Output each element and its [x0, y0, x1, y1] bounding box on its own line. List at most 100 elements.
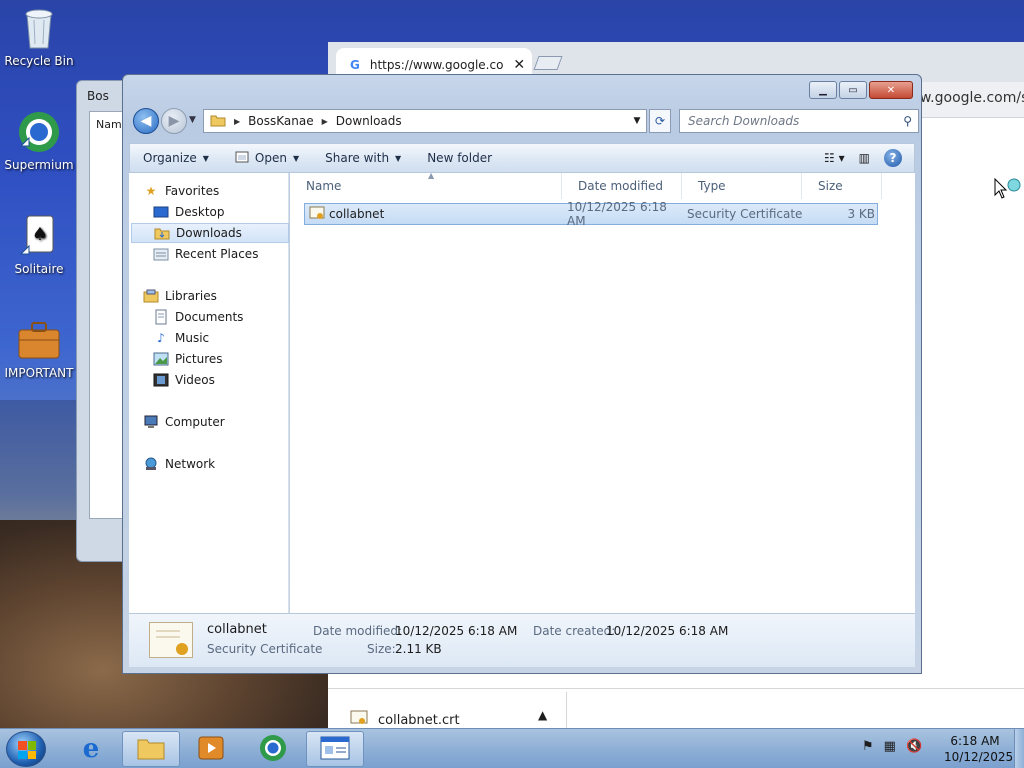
network-icon	[143, 456, 159, 472]
preview-pane-icon[interactable]: ▥	[859, 151, 870, 165]
nav-label: Computer	[165, 415, 225, 429]
clock[interactable]: 6:18 AM 10/12/2025	[944, 733, 1014, 765]
recycle-bin-icon	[17, 6, 61, 50]
browser-tab-title: https://www.google.co	[369, 58, 504, 72]
documents-icon	[153, 309, 169, 325]
window-caption-buttons: ▁ ▭ ✕	[809, 81, 913, 99]
file-size: 3 KB	[847, 207, 875, 221]
taskbar-supermium[interactable]	[244, 731, 302, 767]
nav-downloads[interactable]: Downloads	[131, 223, 289, 243]
minimize-button[interactable]: ▁	[809, 81, 837, 99]
certificate-large-icon	[149, 622, 193, 658]
nav-documents[interactable]: Documents	[153, 307, 311, 327]
desktop-icon-important[interactable]: IMPORTANT	[0, 318, 78, 380]
nav-label: Downloads	[176, 226, 242, 240]
breadcrumb-separator[interactable]: ▶	[234, 117, 240, 126]
desktop-icon-recycle-bin[interactable]: Recycle Bin	[0, 6, 78, 68]
column-header-size[interactable]: Size	[802, 173, 882, 199]
organize-label: Organize	[143, 151, 197, 165]
folder-icon	[210, 113, 226, 130]
downloads-folder-icon	[154, 225, 170, 241]
table-row[interactable]: collabnet 10/12/2025 6:18 AM Security Ce…	[304, 200, 878, 228]
google-icon: G	[350, 58, 360, 72]
svg-text:♠: ♠	[32, 224, 48, 245]
browser-address-bar[interactable]: w.google.com/se	[920, 90, 1024, 106]
chevron-down-icon: ▼	[292, 153, 300, 163]
volume-muted-icon[interactable]: 🔇	[906, 739, 922, 754]
desktop-icon-solitaire[interactable]: ♠ Solitaire	[0, 214, 78, 276]
explorer-window[interactable]: ▁ ▭ ✕ ◀ ▶ ▼ ▶ BossKanae ▶ Downloads ▼ ⟳ …	[122, 74, 922, 674]
share-with-button[interactable]: Share with ▼	[312, 144, 414, 172]
nav-libraries[interactable]: Libraries	[143, 286, 301, 306]
file-list[interactable]: Name Date modified Type Size ▲ collabnet…	[290, 171, 915, 613]
nav-pictures[interactable]: Pictures	[153, 349, 311, 369]
nav-videos[interactable]: Videos	[153, 370, 311, 390]
desktop-icon-supermium[interactable]: Supermium	[0, 110, 78, 172]
computer-icon	[143, 414, 159, 430]
file-name: collabnet	[329, 207, 385, 221]
new-tab-button[interactable]	[533, 56, 563, 70]
navigation-pane: ★ Favorites Desktop Downloads Recent Pla…	[129, 173, 289, 613]
search-placeholder: Search Downloads	[688, 114, 800, 128]
desktop-icon-label: Solitaire	[14, 262, 64, 276]
column-header-name[interactable]: Name	[290, 173, 562, 199]
details-date-modified: 10/12/2025 6:18 AM	[395, 624, 518, 638]
network-tray-icon[interactable]: ▦	[884, 739, 896, 754]
breadcrumb-item[interactable]: BossKanae	[248, 114, 313, 128]
views-icon[interactable]: ☷ ▾	[824, 151, 845, 165]
organize-button[interactable]: Organize ▼	[130, 144, 222, 172]
back-button[interactable]: ◀	[133, 108, 159, 134]
help-icon[interactable]: ?	[884, 149, 902, 167]
column-header-type[interactable]: Type	[682, 173, 802, 199]
breadcrumb-separator[interactable]: ▶	[322, 117, 328, 126]
address-bar[interactable]: ▶ BossKanae ▶ Downloads ▼	[203, 109, 647, 133]
details-date-modified-label: Date modified:	[313, 624, 403, 638]
supermium-icon	[258, 733, 288, 766]
column-header-date-modified[interactable]: Date modified	[562, 173, 682, 199]
desktop-icon-label: Supermium	[4, 158, 74, 172]
close-button[interactable]: ✕	[869, 81, 913, 99]
background-window-title: Bos	[87, 89, 109, 103]
address-dropdown-icon[interactable]: ▼	[628, 116, 646, 126]
nav-network[interactable]: Network	[143, 454, 301, 474]
start-button[interactable]	[6, 731, 46, 767]
new-folder-button[interactable]: New folder	[414, 144, 505, 172]
details-date-created: 10/12/2025 6:18 AM	[606, 624, 729, 638]
show-desktop-button[interactable]	[1014, 729, 1024, 768]
download-item[interactable]: collabnet.crt	[350, 710, 460, 730]
clock-time: 6:18 AM	[950, 734, 1000, 748]
desktop-icon-label: Recycle Bin	[4, 54, 74, 68]
taskbar-explorer[interactable]	[122, 731, 180, 767]
nav-label: Pictures	[175, 352, 223, 366]
nav-desktop[interactable]: Desktop	[153, 202, 311, 222]
nav-computer[interactable]: Computer	[143, 412, 301, 432]
close-tab-icon[interactable]: ✕	[513, 57, 525, 73]
music-icon: ♪	[157, 331, 165, 345]
nav-music[interactable]: ♪ Music	[153, 328, 311, 348]
solitaire-icon: ♠	[17, 214, 61, 258]
windows-logo-icon	[18, 741, 36, 759]
search-input[interactable]: Search Downloads ⚲	[679, 109, 919, 133]
nav-label: Favorites	[165, 184, 220, 198]
breadcrumb-item[interactable]: Downloads	[336, 114, 402, 128]
details-pane: collabnet Security Certificate Date modi…	[129, 613, 915, 667]
taskbar-certificate-window[interactable]	[306, 731, 364, 767]
nav-favorites[interactable]: ★ Favorites	[143, 181, 301, 201]
column-label: Name	[306, 179, 342, 193]
maximize-button[interactable]: ▭	[839, 81, 867, 99]
share-with-label: Share with	[325, 151, 390, 165]
chevron-up-icon[interactable]: ▲	[538, 708, 547, 722]
forward-button[interactable]: ▶	[161, 108, 187, 134]
clock-date: 10/12/2025	[944, 750, 1014, 764]
taskbar-media-player[interactable]	[182, 731, 240, 767]
action-center-flag-icon[interactable]: ⚑	[862, 739, 874, 754]
star-icon: ★	[145, 184, 157, 198]
open-button[interactable]: Open ▼	[222, 144, 312, 172]
taskbar-internet-explorer[interactable]: e	[62, 731, 120, 767]
recent-pages-dropdown[interactable]: ▼	[189, 115, 196, 125]
nav-label: Videos	[175, 373, 215, 387]
search-icon[interactable]: ⚲	[903, 114, 912, 128]
refresh-button[interactable]: ⟳	[649, 109, 671, 133]
briefcase-icon	[17, 318, 61, 362]
nav-recent-places[interactable]: Recent Places	[153, 244, 311, 264]
